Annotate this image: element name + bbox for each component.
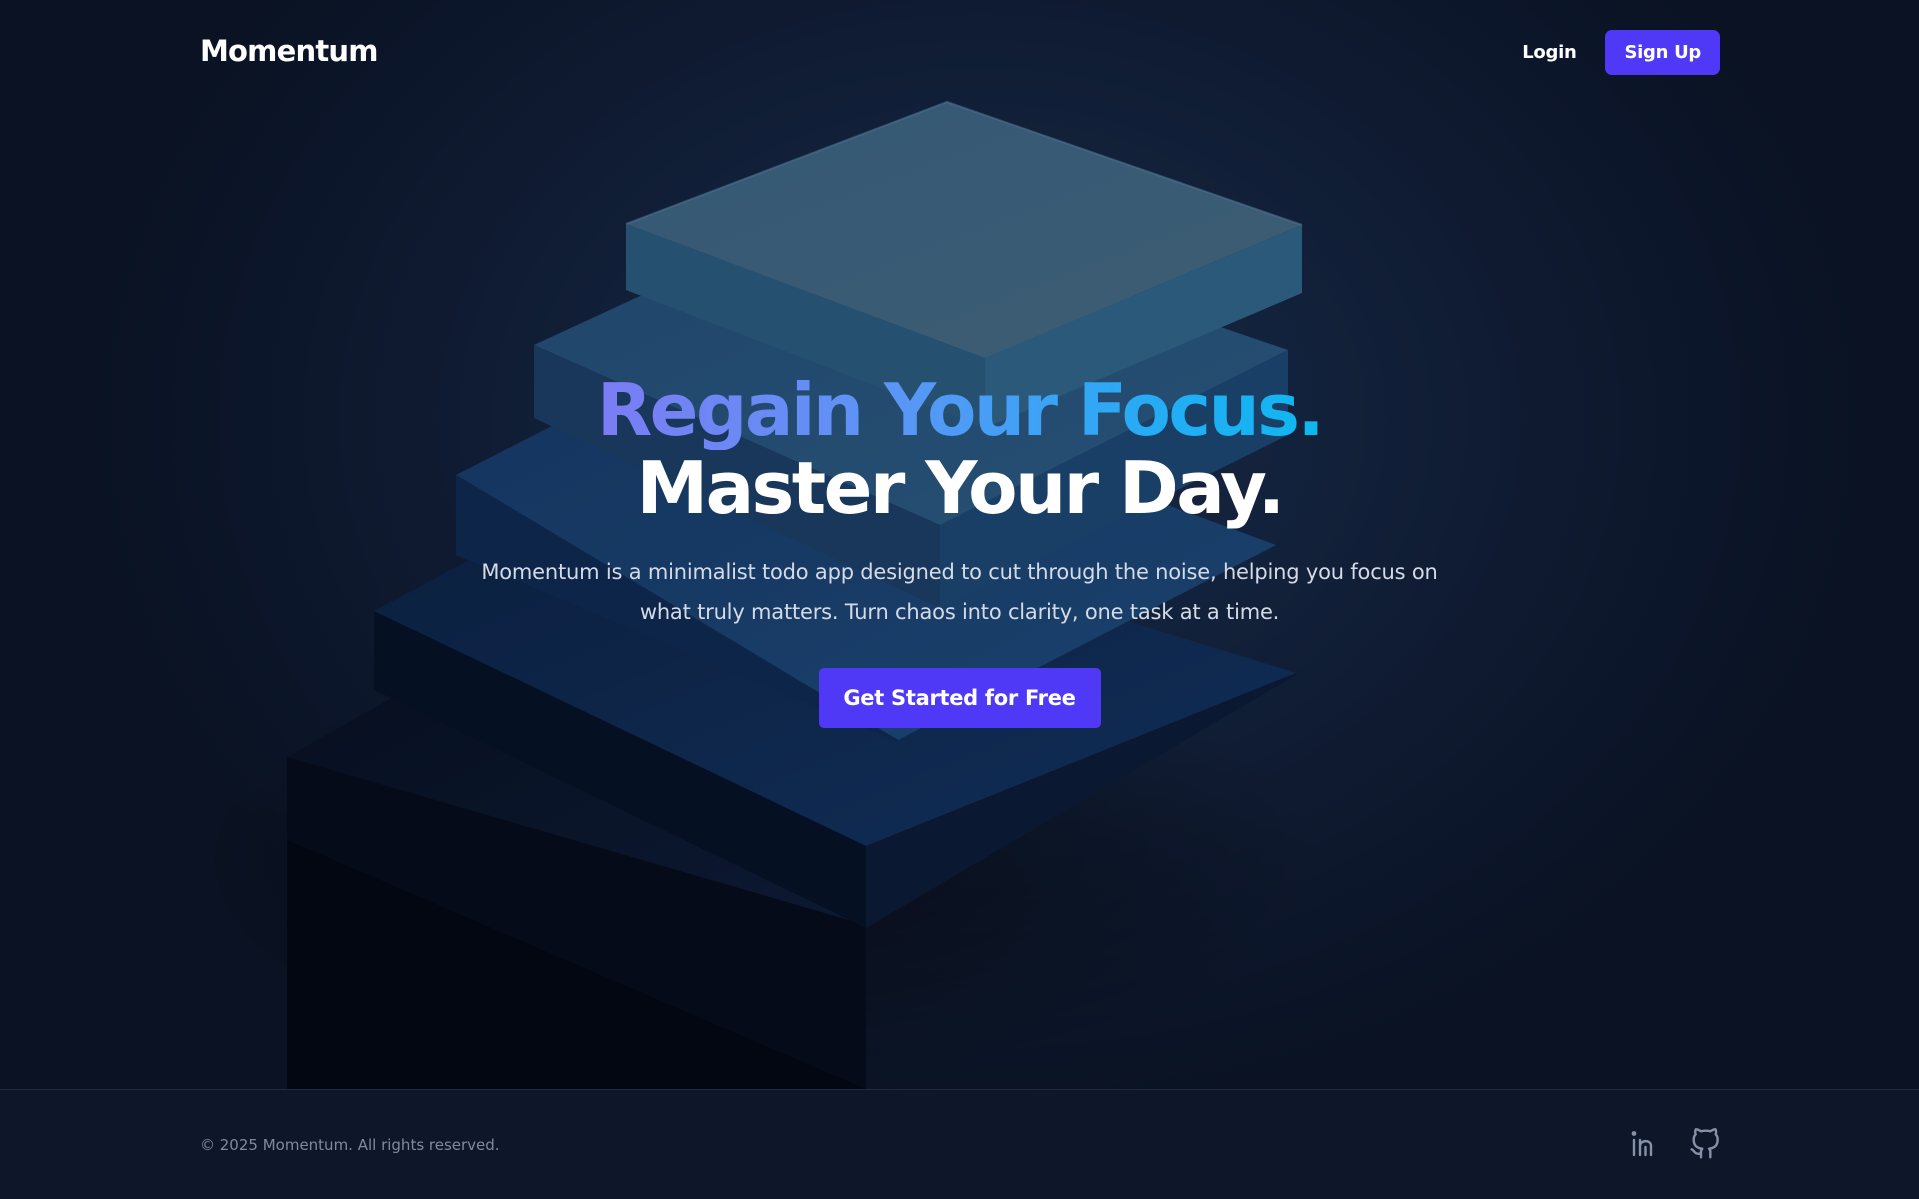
landing-page: Momentum Login Sign Up Regain Your Focus…: [0, 0, 1919, 1199]
copyright-text: © 2025 Momentum. All rights reserved.: [200, 1136, 500, 1154]
nav-actions: Login Sign Up: [1522, 30, 1720, 75]
site-footer: © 2025 Momentum. All rights reserved.: [0, 1089, 1919, 1199]
brand-logo[interactable]: Momentum: [200, 34, 378, 68]
linkedin-icon[interactable]: [1629, 1128, 1661, 1160]
github-icon[interactable]: [1689, 1128, 1721, 1160]
top-navigation: Momentum Login Sign Up: [0, 0, 1919, 108]
headline-primary: Regain Your Focus.: [596, 368, 1325, 452]
social-links: [1629, 1128, 1721, 1160]
get-started-button[interactable]: Get Started for Free: [818, 668, 1101, 728]
hero-subtitle: Momentum is a minimalist todo app design…: [481, 560, 1438, 624]
hero-section: Momentum Login Sign Up Regain Your Focus…: [0, 0, 1919, 1089]
login-link[interactable]: Login: [1522, 42, 1577, 63]
headline-secondary: Master Your Day.: [636, 446, 1286, 530]
signup-button[interactable]: Sign Up: [1605, 30, 1720, 75]
hero-content: Regain Your Focus. Master Your Day. Mome…: [0, 370, 1919, 728]
